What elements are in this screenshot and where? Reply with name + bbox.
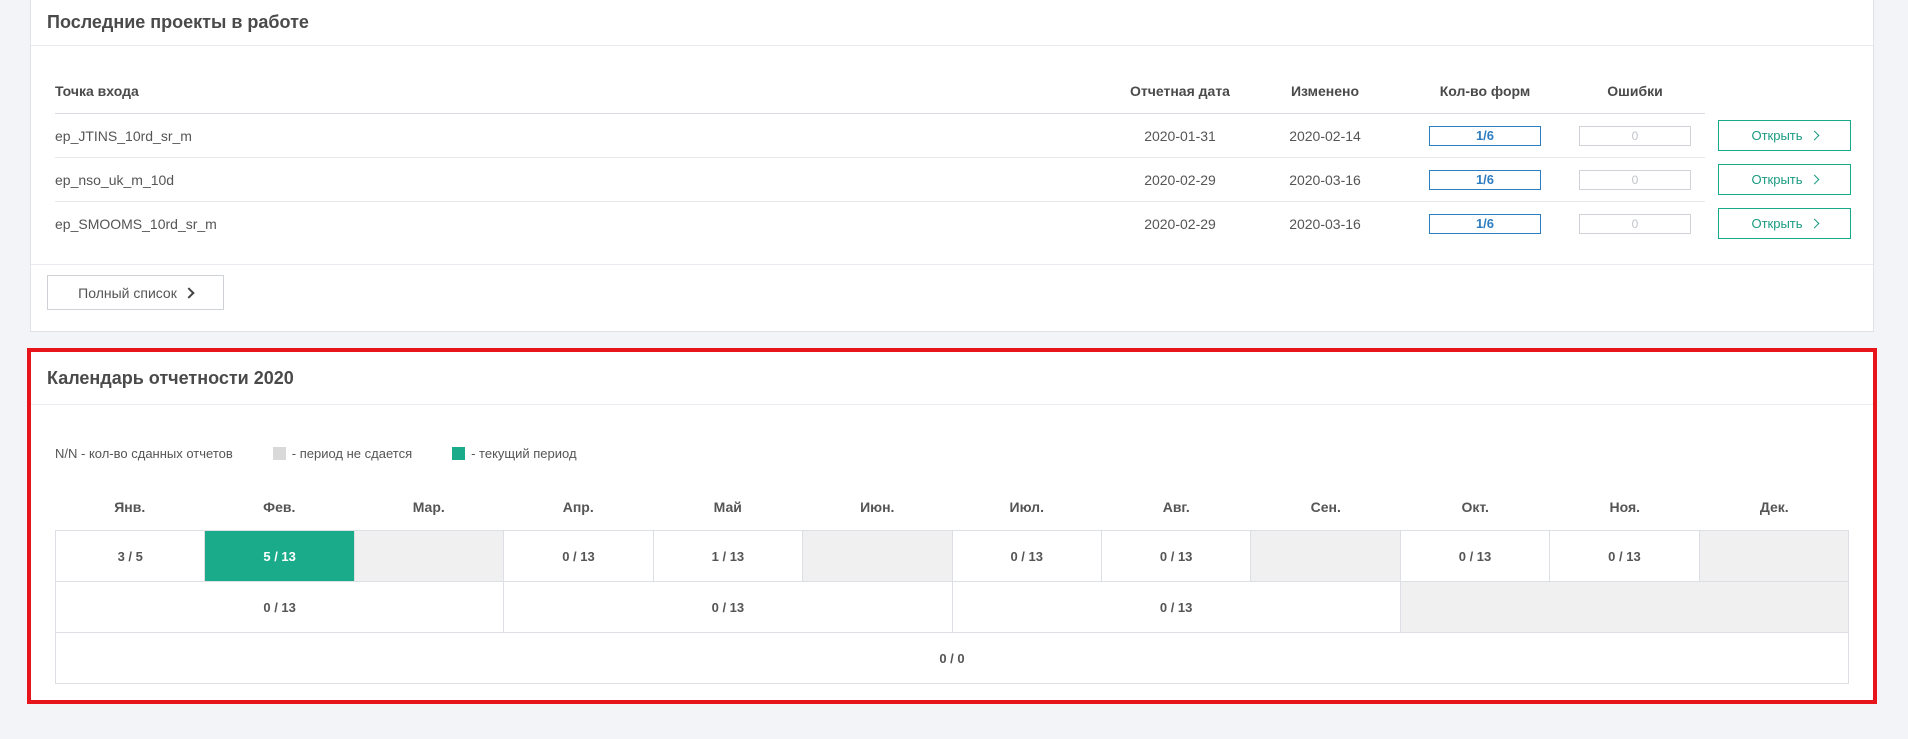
divider <box>31 264 1873 265</box>
forms-cell: 1/6 <box>1415 202 1555 245</box>
quarter-cell[interactable]: 0 / 13 <box>56 582 505 632</box>
report-date: 2020-02-29 <box>1144 215 1216 232</box>
yearly-row: 0 / 0 <box>56 633 1848 683</box>
chevron-right-icon <box>1809 130 1819 141</box>
month-cell-not-reported <box>1251 531 1401 581</box>
month-headers: Янв. Фев. Мар. Апр. Май Июн. Июл. Авг. С… <box>55 499 1849 515</box>
column-modified: Изменено <box>1290 83 1360 99</box>
legend-count: N/N - кол-во сданных отчетов <box>55 446 233 461</box>
open-button-label: Открыть <box>1751 216 1803 231</box>
modified-date: 2020-03-16 <box>1289 171 1361 188</box>
entry-name: ep_SMOOMS_10rd_sr_m <box>55 215 217 232</box>
errors-cell: 0 <box>1565 202 1705 245</box>
panel-title: Последние проекты в работе <box>31 0 1873 46</box>
errors-count-badge: 0 <box>1579 213 1691 234</box>
reporting-calendar-panel: Календарь отчетности 2020 N/N - кол-во с… <box>27 348 1877 704</box>
quarter-cell[interactable]: 0 / 13 <box>953 582 1401 632</box>
panel-title: Календарь отчетности 2020 <box>31 352 1873 405</box>
month-label: Апр. <box>562 499 594 515</box>
month-label: Окт. <box>1461 499 1489 515</box>
monthly-row: 3 / 5 5 / 13 0 / 13 1 / 13 0 / 13 0 / 13… <box>56 531 1849 582</box>
open-cell: Открыть <box>1718 202 1851 245</box>
errors-count-badge: 0 <box>1579 169 1691 190</box>
modified-date: 2020-03-16 <box>1289 215 1361 232</box>
errors-cell: 0 <box>1565 158 1705 201</box>
forms-cell: 1/6 <box>1415 158 1555 201</box>
chevron-right-icon <box>183 286 195 299</box>
entry-name: ep_nso_uk_m_10d <box>55 171 175 188</box>
open-button[interactable]: Открыть <box>1718 164 1851 195</box>
calendar-legend: N/N - кол-во сданных отчетов - период не… <box>55 446 577 461</box>
column-report-date: Отчетная дата <box>1130 83 1230 99</box>
forms-count-badge[interactable]: 1/6 <box>1429 169 1541 190</box>
open-button-label: Открыть <box>1751 172 1803 187</box>
month-cell[interactable]: 0 / 13 <box>504 531 654 581</box>
errors-count-badge: 0 <box>1579 125 1691 146</box>
month-label: Май <box>713 499 742 515</box>
legend-teal-swatch <box>452 447 466 460</box>
quarterly-row: 0 / 13 0 / 13 0 / 13 <box>56 582 1848 633</box>
month-label: Июл. <box>1009 499 1044 515</box>
table-row: ep_JTINS_10rd_sr_m 2020-01-31 2020-02-14… <box>55 114 1851 158</box>
chevron-right-icon <box>1809 174 1819 185</box>
month-label: Авг. <box>1162 499 1190 515</box>
column-errors: Ошибки <box>1607 83 1663 99</box>
month-label: Дек. <box>1759 499 1789 515</box>
month-cell[interactable]: 0 / 13 <box>1550 531 1700 581</box>
month-label: Июн. <box>860 499 895 515</box>
chevron-right-icon <box>1809 218 1819 229</box>
quarter-cell[interactable]: 0 / 13 <box>504 582 953 632</box>
month-label: Ноя. <box>1609 499 1641 515</box>
table-row: ep_SMOOMS_10rd_sr_m 2020-02-29 2020-03-1… <box>55 202 1851 245</box>
column-forms: Кол-во форм <box>1439 83 1531 99</box>
legend-current: - текущий период <box>471 446 577 461</box>
month-cell[interactable]: 3 / 5 <box>56 531 206 581</box>
open-button[interactable]: Открыть <box>1718 120 1851 151</box>
recent-projects-panel: Последние проекты в работе Точка входа О… <box>30 0 1874 332</box>
quarter-cell-not-reported <box>1400 582 1848 632</box>
open-button[interactable]: Открыть <box>1718 208 1851 239</box>
full-list-button[interactable]: Полный список <box>47 275 224 310</box>
month-label: Мар. <box>412 499 445 515</box>
open-cell: Открыть <box>1718 114 1851 157</box>
forms-count-badge[interactable]: 1/6 <box>1429 125 1541 146</box>
legend-grey-swatch <box>272 447 286 460</box>
month-cell[interactable]: 1 / 13 <box>654 531 804 581</box>
month-cell-not-reported <box>1699 531 1849 581</box>
report-date: 2020-01-31 <box>1144 127 1216 144</box>
month-cell-not-reported <box>354 531 505 581</box>
month-cell[interactable]: 0 / 13 <box>953 531 1102 581</box>
month-cell-current[interactable]: 5 / 13 <box>205 531 355 581</box>
modified-date: 2020-02-14 <box>1289 127 1361 144</box>
calendar-grid: 3 / 5 5 / 13 0 / 13 1 / 13 0 / 13 0 / 13… <box>55 530 1849 684</box>
entry-name: ep_JTINS_10rd_sr_m <box>55 127 192 144</box>
table-header: Точка входа Отчетная дата Изменено Кол-в… <box>55 79 1705 114</box>
year-cell[interactable]: 0 / 0 <box>56 633 1848 683</box>
table-row: ep_nso_uk_m_10d 2020-02-29 2020-03-16 1/… <box>55 158 1851 202</box>
projects-table: Точка входа Отчетная дата Изменено Кол-в… <box>55 79 1851 245</box>
open-cell: Открыть <box>1718 158 1851 201</box>
forms-count-badge[interactable]: 1/6 <box>1429 213 1541 234</box>
full-list-label: Полный список <box>78 284 177 301</box>
month-label: Янв. <box>114 499 146 515</box>
column-entry: Точка входа <box>55 83 139 99</box>
open-button-label: Открыть <box>1751 128 1803 143</box>
errors-cell: 0 <box>1565 114 1705 157</box>
forms-cell: 1/6 <box>1415 114 1555 157</box>
month-cell[interactable]: 0 / 13 <box>1401 531 1551 581</box>
month-cell[interactable]: 0 / 13 <box>1102 531 1252 581</box>
month-label: Фев. <box>263 499 296 515</box>
month-cell-not-reported <box>803 531 953 581</box>
report-date: 2020-02-29 <box>1144 171 1216 188</box>
month-label: Сен. <box>1310 499 1341 515</box>
legend-not-reported: - период не сдается <box>291 446 413 461</box>
